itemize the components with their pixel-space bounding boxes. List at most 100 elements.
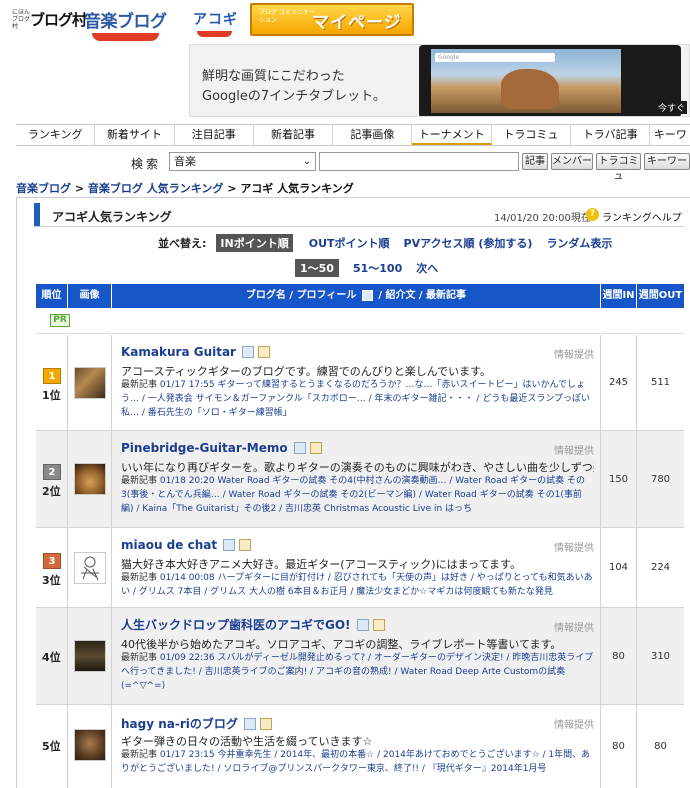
rock-image	[501, 69, 559, 109]
mypage-button[interactable]: ブログ コミュニケーション マイページ	[250, 3, 414, 36]
recent-posts-links[interactable]: 01/17 23:15 今井重幸先生 / 2014年、最初の本番☆ / 2014…	[121, 750, 590, 774]
table-row: 4位 人生バックドロップ歯科医のアコギでGO! 情報提供 40代後半から始めたア…	[36, 608, 684, 705]
blog-name: hagy na-riのブログ	[121, 717, 238, 731]
blog-thumbnail[interactable]	[74, 463, 106, 495]
cat-guitar-sketch	[81, 556, 99, 581]
table-row: 5位 hagy na-riのブログ 情報提供 ギター弾きの日々の活動や生活を綴っ…	[36, 705, 684, 788]
feed-icon[interactable]	[239, 538, 252, 551]
blog-name-link[interactable]: miaou de chat	[121, 538, 252, 552]
blogmura-logo-text: ブログ村	[30, 11, 87, 29]
profile-icon[interactable]	[243, 717, 256, 730]
tab-trackback-community[interactable]: トラコミュ	[492, 125, 572, 145]
rank-cell: 1 1位	[36, 335, 68, 430]
table-row: 2 2位 Pinebridge-Guitar-Memo 情報提供 いい年になり再…	[36, 431, 684, 528]
pr-row: PR	[36, 308, 684, 334]
search-trackback-button[interactable]: トラコミュ	[596, 153, 641, 182]
sort-out-points[interactable]: OUTポイント順	[309, 235, 390, 251]
blog-name-link[interactable]: 人生バックドロップ歯科医のアコギでGO!	[121, 616, 385, 633]
recent-label: 最新記事	[121, 653, 158, 663]
ranking-date: 14/01/20 20:00現在	[494, 213, 591, 224]
blog-intro: ギター弾きの日々の活動や生活を綴っていきます☆	[121, 735, 373, 748]
category-select[interactable]: 音楽 ⌄	[169, 152, 316, 171]
ad-cta[interactable]: 今すぐ	[655, 101, 687, 114]
info-provided-label: 情報提供	[554, 446, 594, 457]
feed-icon[interactable]	[372, 618, 385, 631]
blog-name-link[interactable]: hagy na-riのブログ	[121, 715, 272, 732]
blog-thumbnail[interactable]	[74, 729, 106, 761]
feed-icon[interactable]	[257, 345, 270, 358]
feed-icon[interactable]	[309, 441, 322, 454]
tab-keyword[interactable]: キーワ	[650, 125, 690, 145]
info-provided-label: 情報提供	[554, 350, 594, 361]
rank-label: 3位	[42, 574, 61, 587]
blog-intro: 40代後半から始めたアコギ。ソロアコギ、アコギの調整、ライブレポート等書いてます…	[121, 638, 562, 651]
page-next[interactable]: 次へ	[416, 259, 438, 277]
profile-icon[interactable]	[223, 538, 236, 551]
pr-badge[interactable]: PR	[50, 314, 70, 327]
header-logos: にほんブログ村 ブログ村 音楽ブログ アコギ ブログ コミュニケーション マイペ…	[0, 0, 690, 42]
music-blog-logo[interactable]: 音楽ブログ	[84, 7, 167, 41]
tab-new-posts[interactable]: 新着記事	[254, 125, 334, 145]
breadcrumb-music-ranking[interactable]: 音楽ブログ 人気ランキング	[88, 182, 224, 195]
blog-name: miaou de chat	[121, 538, 218, 552]
tablet-screen: Google	[431, 49, 621, 113]
recent-posts-links[interactable]: 01/18 20:20 Water Road ギターの試奏 その4(中村さんの演…	[121, 476, 585, 514]
sort-random[interactable]: ランダム表示	[546, 235, 612, 251]
title-accent-bar	[34, 203, 40, 226]
blog-info-cell: hagy na-riのブログ 情報提供 ギター弾きの日々の活動や生活を綴っていき…	[112, 705, 601, 788]
gold-medal-icon: 1	[43, 368, 61, 384]
search-members-button[interactable]: メンバー	[551, 153, 593, 170]
recent-posts-links[interactable]: 01/17 17:55 ギターって練習するとうまくなるのだろうか？…な…「赤いス…	[121, 380, 590, 418]
rank-cell: 2 2位	[36, 431, 68, 527]
profile-icon[interactable]	[241, 345, 254, 358]
ad-banner[interactable]: 鮮明な画質にこだわった Googleの7インチタブレット。 Google 今すぐ	[189, 44, 690, 117]
sort-label: 並べ替え:	[158, 237, 207, 250]
tab-trackback-posts[interactable]: トラバ記事	[571, 125, 651, 145]
header-intro: / 紹介文 / 最新記事	[378, 290, 467, 301]
blog-name-link[interactable]: Kamakura Guitar	[121, 345, 270, 359]
blog-info-cell: miaou de chat 情報提供 猫大好き本大好きアニメ大好き。最近ギター(…	[112, 528, 601, 607]
search-input[interactable]	[319, 152, 519, 171]
tab-new-sites[interactable]: 新着サイト	[95, 125, 175, 145]
blog-thumbnail[interactable]	[74, 640, 106, 672]
blogmura-logo[interactable]: にほんブログ村 ブログ村	[12, 8, 87, 30]
recent-posts-links[interactable]: 01/14 00:08 ハープギターに目が釘付け / 忍びされても「天使の声」は…	[121, 573, 593, 597]
blog-name-link[interactable]: Pinebridge-Guitar-Memo	[121, 441, 322, 455]
search-label: 検索	[131, 157, 162, 171]
tab-featured[interactable]: 注目記事	[175, 125, 254, 145]
search-posts-button[interactable]: 記事	[522, 153, 548, 170]
breadcrumb-music-blog[interactable]: 音楽ブログ	[16, 182, 71, 195]
blog-thumbnail[interactable]	[74, 367, 106, 399]
blog-intro: アコースティックギターのブログです。練習でのんびりと楽しんでいます。	[121, 365, 492, 378]
image-cell	[68, 528, 112, 607]
tab-post-images[interactable]: 記事画像	[333, 125, 413, 145]
blog-name: Kamakura Guitar	[121, 345, 236, 359]
table-row: 1 1位 Kamakura Guitar 情報提供 アコースティックギターのブロ…	[36, 335, 684, 431]
ranking-help-link[interactable]: ランキングヘルプ	[602, 209, 682, 224]
recent-posts: 最新記事 01/17 17:55 ギターって練習するとうまくなるのだろうか？…な…	[121, 378, 594, 420]
weekly-out: 224	[650, 562, 671, 573]
tab-ranking[interactable]: ランキング	[16, 125, 96, 145]
page-51-100[interactable]: 51〜100	[353, 259, 402, 277]
acogi-logo[interactable]: アコギ	[193, 9, 238, 37]
ad-line-2: Googleの7インチタブレット。	[202, 89, 386, 104]
info-provided-label: 情報提供	[554, 543, 594, 554]
feed-icon[interactable]	[259, 717, 272, 730]
rank-cell: 3 3位	[36, 528, 68, 607]
page-1-50[interactable]: 1〜50	[295, 259, 339, 277]
profile-icon[interactable]	[356, 618, 369, 631]
tab-tournament[interactable]: トーナメント	[412, 125, 492, 145]
search-bar: 検索 音楽 ⌄ 記事 メンバー トラコミュ キーワー	[0, 152, 690, 182]
recent-label: 最新記事	[121, 573, 158, 583]
rank-label: 5位	[42, 740, 61, 753]
blog-thumbnail[interactable]	[74, 552, 106, 584]
blogmura-logo-small: にほんブログ村	[12, 9, 31, 30]
weekly-in: 245	[601, 335, 637, 430]
search-keyword-button[interactable]: キーワー	[644, 153, 690, 170]
sort-in-points[interactable]: INポイント順	[216, 234, 293, 252]
recent-posts-links[interactable]: 01/09 22:36 スバルがディーゼル開発止めるって? / オーダーギターの…	[121, 653, 593, 691]
sort-pv-access[interactable]: PVアクセス順 (参加する)	[404, 235, 533, 251]
ad-tablet-image: Google	[419, 45, 681, 116]
profile-icon[interactable]	[293, 441, 306, 454]
help-icon[interactable]: ?	[586, 208, 599, 221]
